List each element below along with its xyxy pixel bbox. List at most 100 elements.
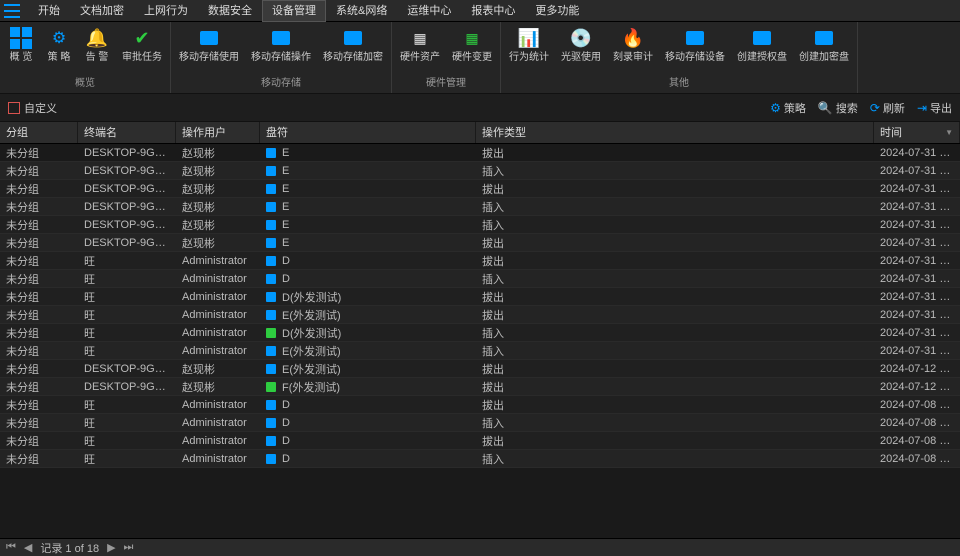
drive-icon	[266, 184, 276, 194]
menu-item[interactable]: 设备管理	[262, 0, 326, 22]
menu-item[interactable]: 系统&网络	[326, 0, 397, 22]
sort-desc-icon: ▼	[945, 122, 953, 144]
cell-drive: E	[260, 147, 476, 159]
cell-op: 插入	[476, 163, 874, 179]
cell-group: 未分组	[0, 235, 78, 251]
table-row[interactable]: 未分组旺AdministratorD(外发测试)拔出2024-07-31 18:…	[0, 288, 960, 306]
col-terminal[interactable]: 终端名	[78, 122, 176, 143]
cell-user: Administrator	[176, 345, 260, 357]
cell-drive: E(外发测试)	[260, 361, 476, 377]
ribbon-button-label: 移动存储操作	[251, 52, 311, 64]
table-row[interactable]: 未分组旺AdministratorD拔出2024-07-08 12:35:40	[0, 432, 960, 450]
cell-user: 赵现彬	[176, 163, 260, 179]
ribbon-button[interactable]: 💿光驱使用	[555, 24, 607, 66]
cell-user: Administrator	[176, 309, 260, 321]
ribbon-group: 移动存储使用移动存储操作移动存储加密移动存储	[171, 22, 392, 93]
menu-item[interactable]: 数据安全	[198, 0, 262, 22]
table-row[interactable]: 未分组旺AdministratorD插入2024-07-08 10:12:06	[0, 450, 960, 468]
cell-op: 拔出	[476, 145, 874, 161]
table-body: 未分组DESKTOP-9G8NA80赵现彬E拔出2024-07-31 18:56…	[0, 144, 960, 538]
ribbon-button[interactable]: 概 览	[2, 24, 40, 66]
ribbon-button[interactable]: 移动存储使用	[173, 24, 245, 66]
cell-terminal: 旺	[78, 343, 176, 359]
cell-drive: D	[260, 255, 476, 267]
nav-prev-icon[interactable]: ◀	[24, 541, 32, 554]
ribbon-button[interactable]: ▦硬件变更	[446, 24, 498, 66]
table-row[interactable]: 未分组旺AdministratorD插入2024-07-08 17:19:43	[0, 414, 960, 432]
cell-terminal: DESKTOP-9G8NA80	[78, 237, 176, 249]
ribbon-button[interactable]: 移动存储设备	[659, 24, 731, 66]
menu-item[interactable]: 运维中心	[397, 0, 461, 22]
cell-time: 2024-07-31 18:56:41	[874, 147, 960, 159]
ribbon-group: 概 览⚙策 略🔔告 警✔审批任务概览	[0, 22, 171, 93]
table-row[interactable]: 未分组旺AdministratorE(外发测试)插入2024-07-31 18:…	[0, 342, 960, 360]
cell-user: Administrator	[176, 255, 260, 267]
menu-item[interactable]: 开始	[28, 0, 70, 22]
cell-op: 拔出	[476, 397, 874, 413]
drive-icon	[266, 202, 276, 212]
ribbon-button-label: 移动存储加密	[323, 52, 383, 64]
ribbon-button[interactable]: 📊行为统计	[503, 24, 555, 66]
table-row[interactable]: 未分组旺AdministratorD拔出2024-07-31 18:54:12	[0, 252, 960, 270]
ribbon-button[interactable]: 创建加密盘	[793, 24, 855, 66]
menu-item[interactable]: 更多功能	[525, 0, 589, 22]
table-row[interactable]: 未分组DESKTOP-9G8NA80赵现彬E拔出2024-07-31 18:56…	[0, 144, 960, 162]
col-time[interactable]: 时间▼	[874, 122, 960, 143]
table-row[interactable]: 未分组DESKTOP-9G8NA80赵现彬F(外发测试)拔出2024-07-12…	[0, 378, 960, 396]
cell-time: 2024-07-31 18:54:12	[874, 255, 960, 267]
nav-last-icon[interactable]: ⏭	[124, 541, 134, 554]
table-row[interactable]: 未分组DESKTOP-9G8NA80赵现彬E插入2024-07-31 18:56…	[0, 216, 960, 234]
cell-group: 未分组	[0, 361, 78, 377]
cell-terminal: 旺	[78, 307, 176, 323]
drive-icon	[266, 382, 276, 392]
col-group[interactable]: 分组	[0, 122, 78, 143]
ribbon-button[interactable]: 移动存储操作	[245, 24, 317, 66]
cell-drive: E	[260, 165, 476, 177]
table-row[interactable]: 未分组DESKTOP-9G8NA80赵现彬E(外发测试)拔出2024-07-12…	[0, 360, 960, 378]
ribbon-button[interactable]: ✔审批任务	[116, 24, 168, 66]
cell-group: 未分组	[0, 253, 78, 269]
cell-time: 2024-07-08 17:19:43	[874, 417, 960, 429]
stats-icon: 📊	[517, 26, 541, 50]
nav-first-icon[interactable]: ⏮	[6, 541, 16, 554]
menu-item[interactable]: 上网行为	[134, 0, 198, 22]
search-tool[interactable]: 🔍搜索	[818, 100, 858, 116]
cell-drive: E(外发测试)	[260, 343, 476, 359]
drive-icon	[266, 292, 276, 302]
table-row[interactable]: 未分组DESKTOP-9G8NA80赵现彬E插入2024-07-31 18:56…	[0, 198, 960, 216]
nav-next-icon[interactable]: ▶	[107, 541, 115, 554]
col-op-type[interactable]: 操作类型	[476, 122, 874, 143]
menu-item[interactable]: 文档加密	[70, 0, 134, 22]
ribbon-button[interactable]: 创建授权盘	[731, 24, 793, 66]
refresh-label: 刷新	[883, 100, 905, 116]
cell-terminal: DESKTOP-9G8NA80	[78, 183, 176, 195]
custom-label[interactable]: 自定义	[24, 100, 57, 116]
col-drive[interactable]: 盘符	[260, 122, 476, 143]
cell-user: Administrator	[176, 291, 260, 303]
export-tool[interactable]: ⇥导出	[917, 100, 952, 116]
ribbon-button[interactable]: ▦硬件资产	[394, 24, 446, 66]
ribbon-button[interactable]: 移动存储加密	[317, 24, 389, 66]
table-row[interactable]: 未分组DESKTOP-9G8NA80赵现彬E拔出2024-07-31 18:56…	[0, 234, 960, 252]
ribbon-button-label: 硬件变更	[452, 52, 492, 64]
auth-icon	[750, 26, 774, 50]
app-menu-icon[interactable]	[4, 4, 20, 18]
table-row[interactable]: 未分组旺AdministratorD拔出2024-07-08 17:22:36	[0, 396, 960, 414]
record-count: 记录 1 of 18	[40, 540, 99, 556]
ribbon-group: ▦硬件资产▦硬件变更硬件管理	[392, 22, 501, 93]
ribbon-button[interactable]: ⚙策 略	[40, 24, 78, 66]
table-row[interactable]: 未分组旺AdministratorE(外发测试)拔出2024-07-31 18:…	[0, 306, 960, 324]
table-row[interactable]: 未分组旺AdministratorD插入2024-07-31 18:54:10	[0, 270, 960, 288]
table-row[interactable]: 未分组DESKTOP-9G8NA80赵现彬E插入2024-07-31 18:56…	[0, 162, 960, 180]
table-row[interactable]: 未分组旺AdministratorD(外发测试)插入2024-07-31 18:…	[0, 324, 960, 342]
ribbon-group-label: 硬件管理	[392, 77, 500, 93]
ribbon-button[interactable]: 🔥刻录审计	[607, 24, 659, 66]
refresh-tool[interactable]: ⟳刷新	[870, 100, 905, 116]
ribbon-button[interactable]: 🔔告 警	[78, 24, 116, 66]
col-user[interactable]: 操作用户	[176, 122, 260, 143]
table-row[interactable]: 未分组DESKTOP-9G8NA80赵现彬E拔出2024-07-31 18:56…	[0, 180, 960, 198]
policy-tool[interactable]: ⚙策略	[770, 100, 806, 116]
ribbon: 概 览⚙策 略🔔告 警✔审批任务概览移动存储使用移动存储操作移动存储加密移动存储…	[0, 22, 960, 94]
cell-op: 插入	[476, 325, 874, 341]
menu-item[interactable]: 报表中心	[461, 0, 525, 22]
